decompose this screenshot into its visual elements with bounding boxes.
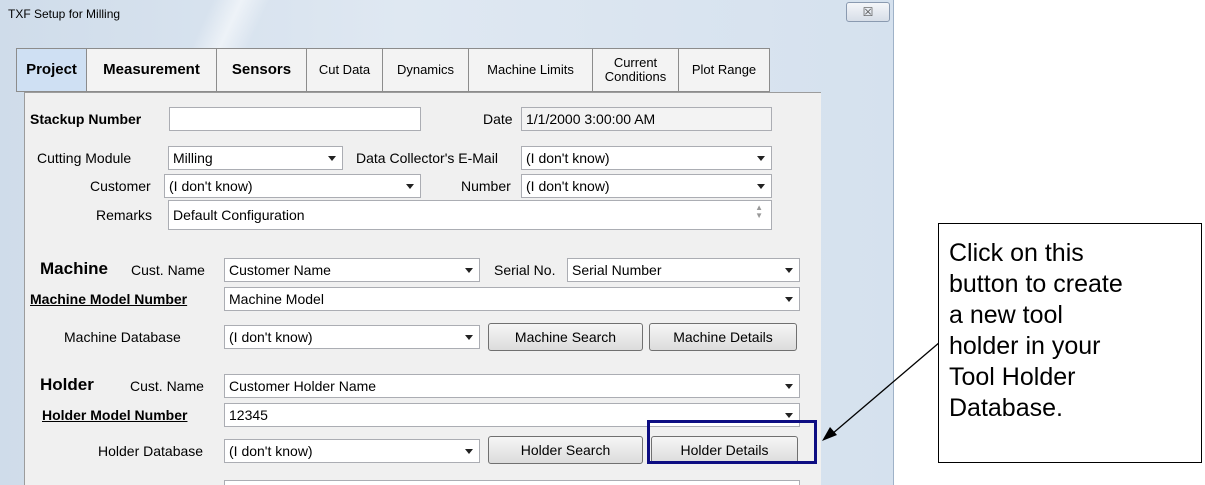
date-label: Date [483,111,513,127]
holder-database-select[interactable]: (I don't know) [224,439,480,463]
machine-database-value: (I don't know) [229,329,313,345]
tab-dynamics[interactable]: Dynamics [382,48,468,92]
tab-machine-limits[interactable]: Machine Limits [468,48,592,92]
machine-heading: Machine [40,259,109,278]
chevron-down-icon [757,184,765,189]
chevron-down-icon [406,184,414,189]
cutting-module-select[interactable]: Milling [168,146,343,170]
stackup-number-input[interactable] [169,107,421,131]
cutting-module-label: Cutting Module [37,150,132,166]
holder-cust-name-select[interactable]: Customer Holder Name [224,374,800,398]
close-button[interactable]: ☒ [846,2,890,22]
data-collector-email-label: Data Collector's E-Mail [356,150,498,166]
remarks-label: Remarks [96,207,153,223]
chevron-down-icon [785,384,793,389]
callout-line: Tool Holder [949,363,1076,391]
date-field: 1/1/2000 3:00:00 AM [521,107,772,131]
next-field-partial [224,480,800,485]
close-icon: ☒ [862,5,874,19]
holder-heading: Holder [40,375,94,394]
callout-arrow [822,341,941,441]
machine-model-value: Machine Model [229,291,324,307]
holder-cust-name-value: Customer Holder Name [229,378,377,394]
scroll-arrows-icon[interactable]: ▲ ▼ [755,204,763,220]
serial-no-label: Serial No. [494,262,556,278]
holder-model-value: 12345 [229,407,268,423]
callout-line: button to create [949,270,1123,298]
stackup-number-label: Stackup Number [30,111,142,127]
tab-sensors[interactable]: Sensors [216,48,306,92]
serial-no-select[interactable]: Serial Number [567,258,800,282]
tab-current-conditions[interactable]: Current Conditions [592,48,678,92]
tab-plot-range[interactable]: Plot Range [678,48,770,92]
customer-select[interactable]: (I don't know) [164,174,421,198]
chevron-down-icon [465,449,473,454]
window-title: TXF Setup for Milling [8,7,121,21]
tab-cut-data[interactable]: Cut Data [306,48,382,92]
machine-details-button[interactable]: Machine Details [649,323,797,351]
callout-line: holder in your [949,332,1101,360]
number-label: Number [461,178,511,194]
chevron-down-icon [328,156,336,161]
chevron-down-icon [465,268,473,273]
callout-arrow-line [831,341,941,435]
tab-measurement[interactable]: Measurement [86,48,216,92]
txf-setup-window: TXF Setup for Milling ☒ Project Measurem… [0,0,894,485]
tab-project[interactable]: Project [16,48,86,92]
machine-database-select[interactable]: (I don't know) [224,325,480,349]
cutting-module-value: Milling [173,150,213,166]
callout-arrow-head [822,427,837,441]
customer-label: Customer [90,178,151,194]
chevron-down-icon [785,413,793,418]
chevron-down-icon [757,156,765,161]
machine-model-select[interactable]: Machine Model [224,287,800,311]
callout-line: Database. [949,394,1063,422]
remarks-value: Default Configuration [173,207,305,223]
data-collector-email-value: (I don't know) [526,150,610,166]
chevron-down-icon [785,297,793,302]
callout-line: a new tool [949,301,1063,329]
data-collector-email-select[interactable]: (I don't know) [521,146,772,170]
machine-cust-name-value: Customer Name [229,262,331,278]
callout-box: Click on this button to create a new too… [938,223,1202,463]
serial-no-value: Serial Number [572,262,662,278]
machine-database-label: Machine Database [64,329,181,345]
holder-database-label: Holder Database [98,443,204,459]
machine-cust-name-select[interactable]: Customer Name [224,258,480,282]
tab-bar: Project Measurement Sensors Cut Data Dyn… [16,48,770,92]
chevron-down-icon [465,335,473,340]
holder-search-button[interactable]: Holder Search [488,436,643,464]
machine-model-number-link[interactable]: Machine Model Number [30,291,187,307]
holder-details-highlight [647,420,817,464]
chevron-down-icon [785,268,793,273]
customer-value: (I don't know) [169,178,253,194]
title-bar: TXF Setup for Milling ☒ [0,0,893,28]
holder-model-number-link[interactable]: Holder Model Number [42,407,187,423]
machine-search-button[interactable]: Machine Search [488,323,643,351]
machine-cust-name-label: Cust. Name [131,262,205,278]
holder-cust-name-label: Cust. Name [130,378,204,394]
number-select[interactable]: (I don't know) [521,174,772,198]
remarks-input[interactable]: Default Configuration ▲ ▼ [168,200,772,230]
holder-database-value: (I don't know) [229,443,313,459]
callout-line: Click on this [949,239,1084,267]
number-value: (I don't know) [526,178,610,194]
